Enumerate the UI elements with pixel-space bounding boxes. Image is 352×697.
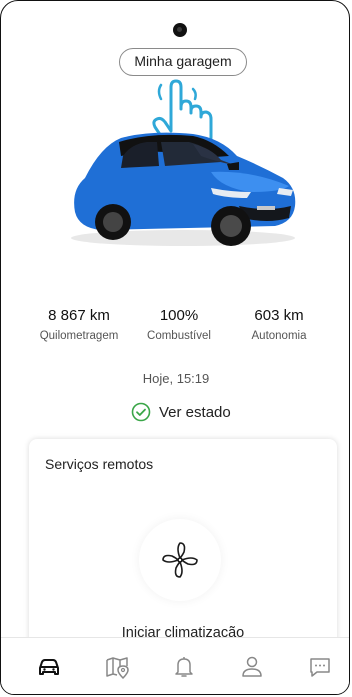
view-status-label: Ver estado (159, 403, 231, 421)
remote-services-card: Serviços remotos Iniciar climatização (29, 439, 337, 659)
car-icon[interactable] (36, 654, 62, 680)
mileage-stat: 8 867 km Quilometragem (29, 307, 129, 342)
range-value: 603 km (254, 307, 304, 324)
mileage-value: 8 867 km (48, 307, 110, 324)
view-status-link[interactable]: Ver estado (131, 401, 231, 423)
map-icon[interactable] (104, 654, 130, 680)
check-circle-icon (131, 402, 151, 422)
fuel-label: Combustível (147, 330, 211, 342)
phone-frame: Minha garagem 8 867 km Quilometragem 100… (0, 0, 350, 695)
fan-icon (162, 542, 198, 578)
remote-services-title: Serviços remotos (45, 456, 154, 472)
user-icon[interactable] (239, 654, 265, 680)
mileage-label: Quilometragem (39, 330, 119, 342)
front-camera (173, 23, 187, 37)
last-updated-time: Hoje, 15:19 (142, 371, 210, 386)
bottom-navigation (1, 637, 349, 694)
range-stat: 603 km Autonomia (229, 307, 329, 342)
bell-icon[interactable] (171, 654, 197, 680)
car-image (71, 132, 296, 246)
range-label: Autonomia (251, 330, 307, 342)
chat-icon[interactable] (307, 654, 333, 680)
my-garage-button[interactable]: Minha garagem (119, 48, 247, 76)
vehicle-stats: 8 867 km Quilometragem 100% Combustível … (29, 307, 329, 347)
fuel-stat: 100% Combustível (129, 307, 229, 342)
fuel-value: 100% (159, 307, 199, 324)
climate-start-button[interactable] (139, 519, 221, 601)
